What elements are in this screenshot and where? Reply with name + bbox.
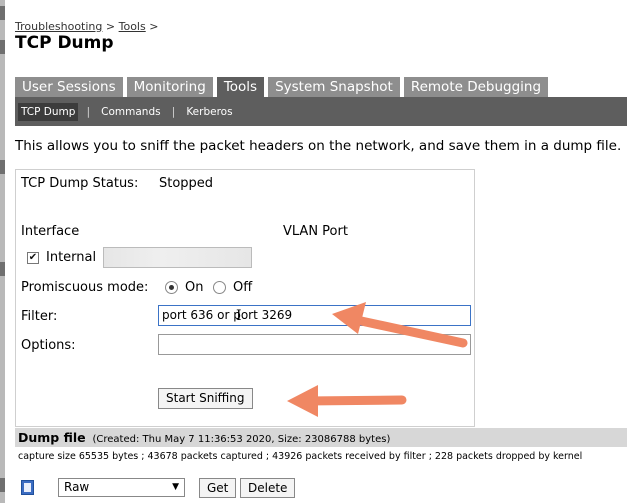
dump-file-title: Dump file [18,430,86,445]
tab-monitoring[interactable]: Monitoring [126,77,213,97]
tab-remote-debugging[interactable]: Remote Debugging [403,77,549,97]
promiscuous-off-radio[interactable] [213,281,226,294]
tab-tools[interactable]: Tools [216,77,265,97]
options-input[interactable] [158,334,471,355]
internal-label: Internal [46,250,97,265]
page-title: TCP Dump [15,33,114,53]
dump-format-value: Raw [64,480,90,494]
tab-user-sessions[interactable]: User Sessions [15,77,123,97]
file-icon [21,480,34,495]
tab-system-snapshot[interactable]: System Snapshot [268,77,400,97]
subnav-commands[interactable]: Commands [98,103,163,121]
status-label: TCP Dump Status: [21,176,139,191]
promiscuous-off-label: Off [233,280,253,295]
subnav-separator: | [171,105,176,118]
promiscuous-on-label: On [185,280,204,295]
dump-file-header: Dump file (Created: Thu May 7 11:36:53 2… [15,428,627,447]
sub-navigation: TCP Dump | Commands | Kerberos [15,97,627,126]
vlan-port-label: VLAN Port [283,224,348,239]
breadcrumb-troubleshooting-link[interactable]: Troubleshooting [15,20,102,33]
filter-label: Filter: [21,309,58,324]
capture-stats: capture size 65535 bytes ; 43678 packets… [18,451,583,462]
tcp-dump-panel: TCP Dump Status: Stopped Interface VLAN … [15,169,475,427]
breadcrumb: Troubleshooting > Tools > [15,20,158,33]
dump-format-select[interactable]: Raw ▼ [58,478,185,497]
left-frame-border [0,0,5,503]
page-description: This allows you to sniff the packet head… [15,138,622,154]
subnav-separator: | [86,105,91,118]
breadcrumb-separator: > [105,20,116,33]
subnav-kerberos[interactable]: Kerberos [183,103,235,121]
status-value: Stopped [159,176,214,191]
options-label: Options: [21,338,76,353]
dump-file-meta: (Created: Thu May 7 11:36:53 2020, Size:… [92,434,391,445]
promiscuous-on-radio[interactable] [165,281,178,294]
frame-notch [0,478,5,492]
frame-notch [0,40,5,54]
main-tabs: User Sessions Monitoring Tools System Sn… [15,77,552,97]
start-sniffing-button[interactable]: Start Sniffing [158,388,253,409]
breadcrumb-separator: > [149,20,159,33]
frame-notch [0,160,5,174]
promiscuous-mode-label: Promiscuous mode: [21,280,149,295]
get-button[interactable]: Get [199,478,237,498]
interface-label: Interface [21,224,80,239]
filter-input[interactable]: port 636 or port 3269 [158,305,471,326]
frame-notch [0,262,5,276]
vlan-port-field[interactable] [103,247,252,268]
delete-button[interactable]: Delete [240,478,296,498]
subnav-tcp-dump[interactable]: TCP Dump [18,102,79,121]
breadcrumb-tools-link[interactable]: Tools [119,20,146,33]
frame-notch [0,6,5,20]
internal-checkbox[interactable]: ✔ [27,252,39,264]
chevron-down-icon: ▼ [172,482,179,492]
text-cursor-icon: I [236,308,242,324]
